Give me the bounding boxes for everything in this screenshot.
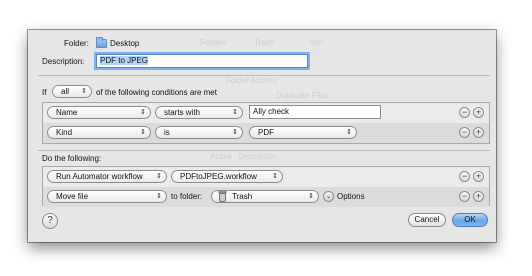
- to-folder-label: to folder:: [171, 192, 203, 201]
- add-action-button[interactable]: +: [473, 171, 484, 182]
- ghost-tab-folders: Folders: [200, 38, 227, 47]
- action-row: Run Automator workflow ⇕ PDFtoJPEG.workf…: [43, 167, 489, 187]
- popup-arrows-icon: ⇕: [156, 193, 162, 200]
- action-type-popup[interactable]: Move file ⇕: [47, 190, 167, 203]
- popup-arrows-icon: ⇕: [272, 173, 278, 180]
- rule-editor-sheet: Folders Trash Info Folder Actions Duplic…: [28, 30, 496, 242]
- popup-arrows-icon: ⇕: [140, 109, 146, 116]
- conditions-prefix: If: [42, 88, 47, 97]
- criteria-attribute-value: Name: [56, 108, 78, 117]
- destination-folder-value: Trash: [232, 192, 253, 201]
- popup-arrows-icon: ⇕: [346, 129, 352, 136]
- criteria-value-field[interactable]: Ally check: [249, 105, 381, 119]
- action-type-popup[interactable]: Run Automator workflow ⇕: [47, 170, 167, 183]
- criteria-operator-popup[interactable]: is ⇕: [155, 126, 243, 139]
- remove-action-button[interactable]: −: [459, 191, 470, 202]
- ghost-pane-title: Folder Actions: [226, 76, 277, 85]
- middle-divider: [38, 150, 490, 151]
- remove-action-button[interactable]: −: [459, 171, 470, 182]
- match-all-popup[interactable]: all ⇕: [52, 85, 92, 98]
- description-label: Description:: [42, 57, 85, 66]
- conditions-suffix: of the following conditions are met: [96, 88, 217, 97]
- folder-value[interactable]: Desktop: [110, 39, 139, 48]
- criteria-kind-value: PDF: [258, 128, 274, 137]
- destination-folder-popup[interactable]: Trash ⇕: [211, 190, 319, 203]
- options-label[interactable]: Options: [337, 192, 365, 201]
- criteria-operator-value: starts with: [164, 108, 201, 117]
- action-row: Move file ⇕ to folder: Trash ⇕ ⌄ Options…: [43, 187, 489, 207]
- description-field[interactable]: PDF to JPEG: [96, 54, 308, 68]
- action-type-value: Move file: [56, 192, 89, 201]
- add-criteria-button[interactable]: +: [473, 107, 484, 118]
- folder-label: Folder:: [64, 39, 89, 48]
- description-value: PDF to JPEG: [100, 56, 149, 65]
- popup-arrows-icon: ⇕: [140, 129, 146, 136]
- help-button[interactable]: ?: [42, 213, 58, 229]
- popup-arrows-icon: ⇕: [232, 129, 238, 136]
- match-all-value: all: [61, 87, 70, 96]
- criteria-operator-popup[interactable]: starts with ⇕: [155, 106, 243, 119]
- popup-arrows-icon: ⇕: [156, 173, 162, 180]
- ghost-tab-info: Info: [310, 38, 324, 47]
- workflow-popup[interactable]: PDFtoJPEG.workflow ⇕: [171, 170, 283, 183]
- criteria-row: Kind ⇕ is ⇕ PDF ⇕ − +: [43, 123, 489, 143]
- cancel-button[interactable]: Cancel: [408, 213, 446, 227]
- popup-arrows-icon: ⇕: [232, 109, 238, 116]
- criteria-row: Name ⇕ starts with ⇕ Ally check − +: [43, 103, 489, 123]
- criteria-attribute-value: Kind: [56, 128, 73, 137]
- ghost-col-active: Active: [210, 152, 232, 161]
- remove-criteria-button[interactable]: −: [459, 127, 470, 138]
- actions-list: Run Automator workflow ⇕ PDFtoJPEG.workf…: [42, 166, 490, 207]
- trash-icon: [218, 191, 227, 202]
- popup-arrows-icon: ⇕: [308, 193, 314, 200]
- do-following-label: Do the following:: [42, 154, 102, 163]
- top-divider: [38, 75, 490, 76]
- action-type-value: Run Automator workflow: [56, 172, 143, 181]
- ok-button[interactable]: OK: [452, 213, 488, 227]
- criteria-attribute-popup[interactable]: Name ⇕: [47, 106, 151, 119]
- criteria-attribute-popup[interactable]: Kind ⇕: [47, 126, 151, 139]
- criteria-kind-popup[interactable]: PDF ⇕: [249, 126, 357, 139]
- criteria-operator-value: is: [164, 128, 170, 137]
- ghost-col-description: Description: [238, 152, 279, 161]
- popup-arrows-icon: ⇕: [81, 88, 87, 95]
- add-action-button[interactable]: +: [473, 191, 484, 202]
- options-chevron-icon[interactable]: ⌄: [323, 191, 334, 202]
- workflow-value: PDFtoJPEG.workflow: [180, 172, 257, 181]
- remove-criteria-button[interactable]: −: [459, 107, 470, 118]
- criteria-list: Name ⇕ starts with ⇕ Ally check − + Kind…: [42, 102, 490, 144]
- folder-icon: [96, 37, 107, 48]
- ghost-pane-subtitle: Duplicate Files: [276, 91, 329, 100]
- add-criteria-button[interactable]: +: [473, 127, 484, 138]
- ghost-tab-trash: Trash: [254, 38, 275, 47]
